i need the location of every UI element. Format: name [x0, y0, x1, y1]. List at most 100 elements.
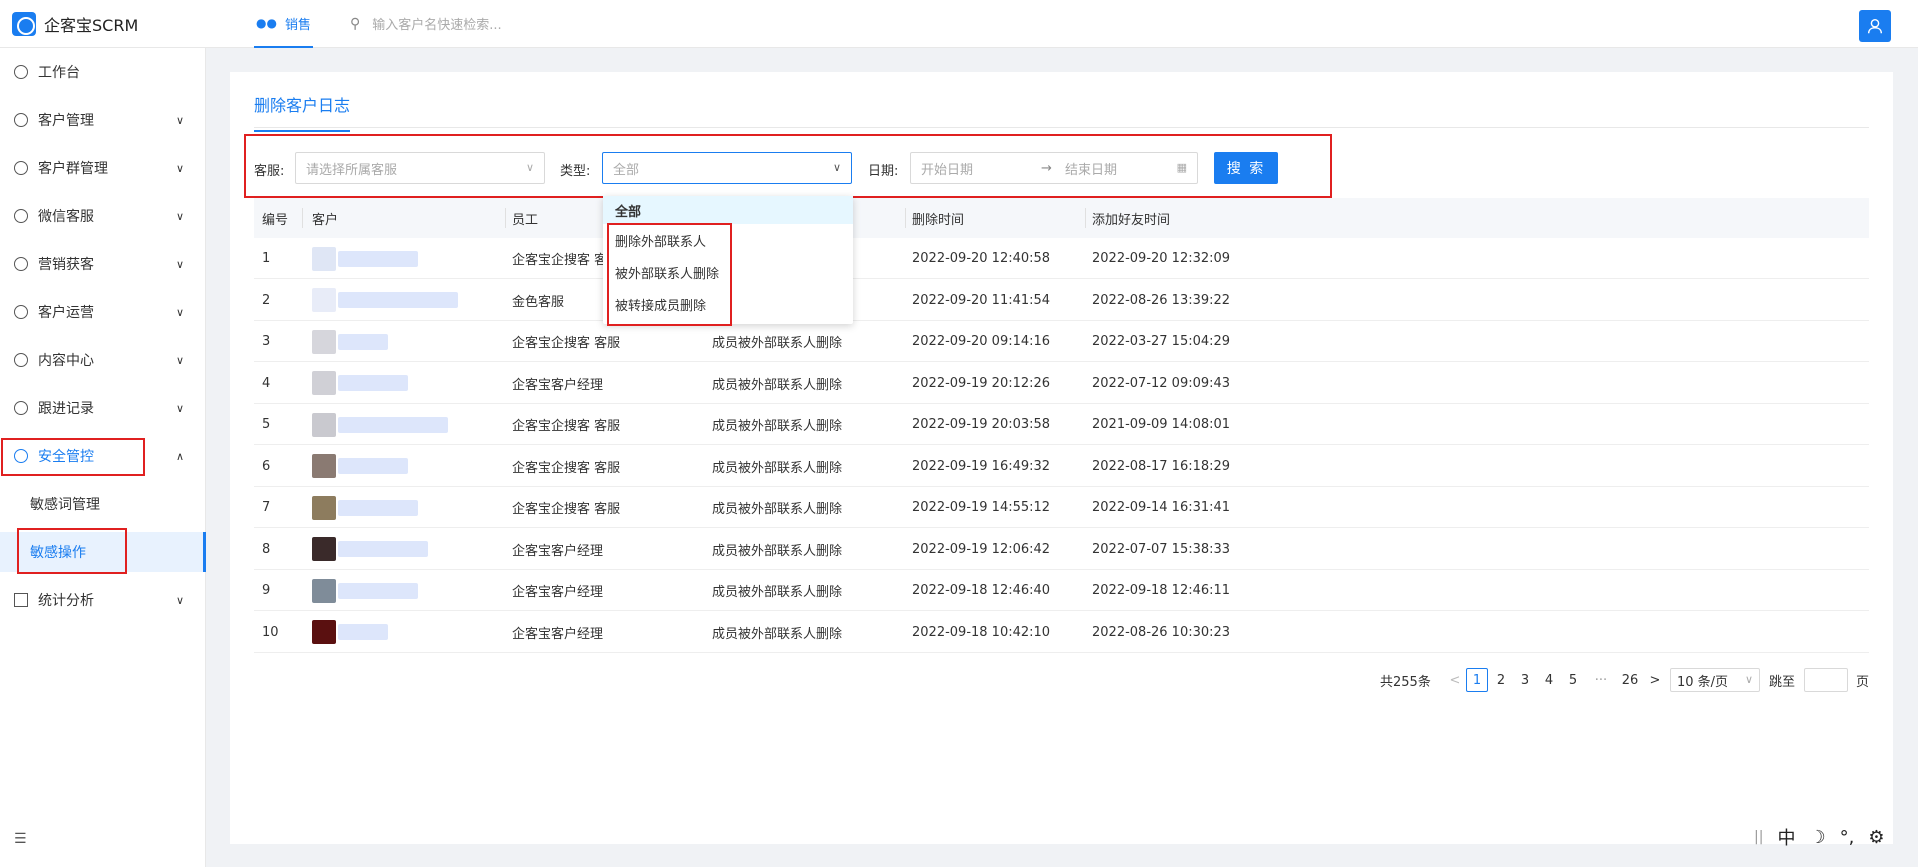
sidebar-item-label: 客户运营	[38, 305, 94, 321]
chevron-up-icon: ∧	[175, 449, 184, 463]
sidebar-item-operations[interactable]: 客户运营 ∨	[0, 292, 206, 332]
table-row[interactable]: 6 企客宝企搜客 客服 成员被外部联系人删除 2022-09-19 16:49:32 2…	[254, 446, 1869, 487]
customer-name-redacted	[338, 458, 408, 474]
cell-add-time: 2021-09-09 14:08:01	[1092, 417, 1231, 432]
cell-type: 成员被外部联系人删除	[712, 502, 843, 517]
cell-customer	[312, 363, 408, 404]
goto-page-input[interactable]	[1804, 668, 1848, 692]
chevron-down-icon: ∨	[175, 401, 184, 415]
sidebar-item-followup[interactable]: 跟进记录 ∨	[0, 388, 206, 428]
customer-avatar	[312, 495, 336, 520]
cell-type: 成员被外部联系人删除	[712, 377, 843, 393]
cell-type: 成员被外部联系人删除	[712, 460, 843, 476]
cell-customer	[312, 446, 408, 487]
column-separator	[505, 208, 506, 228]
page-button[interactable]: 4	[1542, 668, 1556, 692]
goto-label: 跳至	[1769, 674, 1796, 690]
chevron-down-icon: ∨	[175, 305, 184, 319]
customer-name-redacted	[338, 499, 418, 516]
cell-delete-time: 2022-09-18 12:46:40	[912, 583, 1051, 598]
user-avatar[interactable]	[1859, 10, 1891, 42]
customer-avatar	[312, 246, 336, 271]
cell-customer	[312, 404, 448, 445]
search-input[interactable]: 输入客户名快速检索...	[372, 14, 501, 33]
page-size-value: 10 条/页	[1677, 674, 1729, 690]
service-icon	[14, 209, 28, 223]
sidebar-item-wechat-service[interactable]: 微信客服 ∨	[0, 196, 206, 236]
customer-name-redacted	[338, 250, 418, 267]
column-separator	[905, 208, 906, 228]
top-bar: 企客宝SCRM ●● 销售 ⚲ 输入客户名快速检索...	[0, 0, 1918, 48]
sidebar-item-statistics[interactable]: 统计分析 ∨	[0, 580, 206, 620]
cell-add-time: 2022-09-18 12:46:11	[1092, 583, 1231, 598]
moon-icon[interactable]: ☽	[1809, 827, 1825, 848]
punctuation-toggle[interactable]: °,	[1840, 827, 1855, 848]
cell-customer	[312, 570, 418, 611]
page-size-select[interactable]: 10 条/页 ∨	[1670, 668, 1760, 692]
cell-number: 2	[262, 292, 271, 308]
record-icon	[14, 401, 28, 415]
pagination-total: 共255条	[1380, 674, 1431, 690]
chat-bubbles-icon: ●●	[256, 16, 277, 30]
cell-type: 成员被外部联系人删除	[712, 626, 843, 642]
table-row[interactable]: 3 企客宝企搜客 客服 成员被外部联系人删除 2022-09-20 09:14:16 2…	[254, 321, 1869, 362]
cell-number: 7	[262, 500, 271, 515]
sidebar-item-customer-management[interactable]: 客户管理 ∨	[0, 100, 206, 140]
table-row[interactable]: 7 企客宝企搜客 客服 成员被外部联系人删除 2022-09-19 14:55:12 2…	[254, 487, 1869, 528]
sidebar-item-label: 跟进记录	[38, 401, 94, 417]
page-button[interactable]: 1	[1466, 668, 1488, 692]
cell-delete-time: 2022-09-19 14:55:12	[912, 500, 1051, 515]
ime-toolbar: || 中 ☽ °, ⚙	[1754, 824, 1884, 850]
cell-delete-time: 2022-09-19 16:49:32	[912, 458, 1051, 474]
app-name: 企客宝SCRM	[44, 16, 139, 35]
customer-search[interactable]: ⚲ 输入客户名快速检索...	[350, 14, 502, 34]
dropdown-option-all[interactable]: 全部	[603, 196, 853, 224]
table-row[interactable]: 8 企客宝客户经理 成员被外部联系人删除 2022-09-19 12:06:42 202…	[254, 529, 1869, 570]
sidebar-item-marketing[interactable]: 营销获客 ∨	[0, 244, 206, 284]
cell-delete-time: 2022-09-18 10:42:10	[912, 624, 1051, 640]
prev-page-button[interactable]: <	[1448, 668, 1462, 692]
tab-delete-customer-log[interactable]: 删除客户日志	[254, 92, 351, 132]
sidebar-item-label: 微信客服	[38, 209, 94, 225]
page-ellipsis[interactable]: ···	[1588, 668, 1614, 692]
customer-avatar	[312, 454, 336, 478]
page-button[interactable]: 5	[1566, 668, 1580, 692]
page-button[interactable]: 26	[1620, 668, 1640, 692]
app-logo[interactable]: 企客宝SCRM	[12, 12, 138, 36]
page-button[interactable]: 2	[1494, 668, 1508, 692]
cell-number: 8	[262, 541, 271, 557]
sidebar-subitem-sensitive-words[interactable]: 敏感词管理	[0, 484, 206, 524]
search-icon: ⚲	[350, 15, 361, 32]
cell-delete-time: 2022-09-19 20:12:26	[912, 375, 1051, 391]
gear-icon[interactable]: ⚙	[1868, 827, 1884, 848]
sidebar-item-group-management[interactable]: 客户群管理 ∨	[0, 148, 206, 188]
table-row[interactable]: 1企客宝企搜客 客服成员被外部联系人删除2022-09-20 12:40:582…	[254, 238, 1869, 279]
customer-avatar	[312, 329, 336, 354]
table-row[interactable]: 9 企客宝客户经理 成员被外部联系人删除 2022-09-18 12:46:40 202…	[254, 570, 1869, 611]
collapse-menu-icon[interactable]: ☰	[14, 831, 27, 847]
highlight-box	[607, 223, 732, 326]
tab-sales[interactable]: ●● 销售	[254, 0, 313, 48]
next-page-button[interactable]: >	[1648, 668, 1662, 692]
sidebar-item-workbench[interactable]: 工作台	[0, 52, 206, 92]
chevron-down-icon: ∨	[175, 257, 184, 271]
table-row[interactable]: 4 企客宝客户经理 成员被外部联系人删除 2022-09-19 20:12:26 202…	[254, 363, 1869, 404]
customer-avatar	[312, 537, 336, 561]
table-row[interactable]: 2金色客服成员被外部联系人删除2022-09-20 11:41:542022-0…	[254, 280, 1869, 321]
customer-avatar	[312, 371, 336, 395]
customer-avatar	[312, 412, 336, 437]
cell-employee: 企客宝企搜客 客服	[512, 502, 621, 517]
customer-name-redacted	[338, 624, 388, 640]
customer-name-redacted	[338, 582, 418, 599]
sidebar-item-content[interactable]: 内容中心 ∨	[0, 340, 206, 380]
customer-avatar	[312, 288, 336, 312]
page-button[interactable]: 3	[1518, 668, 1532, 692]
table-row[interactable]: 10 企客宝客户经理 成员被外部联系人删除 2022-09-18 10:42:10 20…	[254, 612, 1869, 653]
column-header: 员工	[512, 212, 539, 228]
ime-language-toggle[interactable]: 中	[1777, 824, 1795, 850]
cell-employee: 金色客服	[512, 294, 565, 310]
column-header: 客户	[312, 212, 339, 228]
chevron-down-icon: ∨	[175, 593, 184, 607]
table-row[interactable]: 5 企客宝企搜客 客服 成员被外部联系人删除 2022-09-19 20:03:58 2…	[254, 404, 1869, 445]
sidebar-item-label: 营销获客	[38, 257, 94, 273]
